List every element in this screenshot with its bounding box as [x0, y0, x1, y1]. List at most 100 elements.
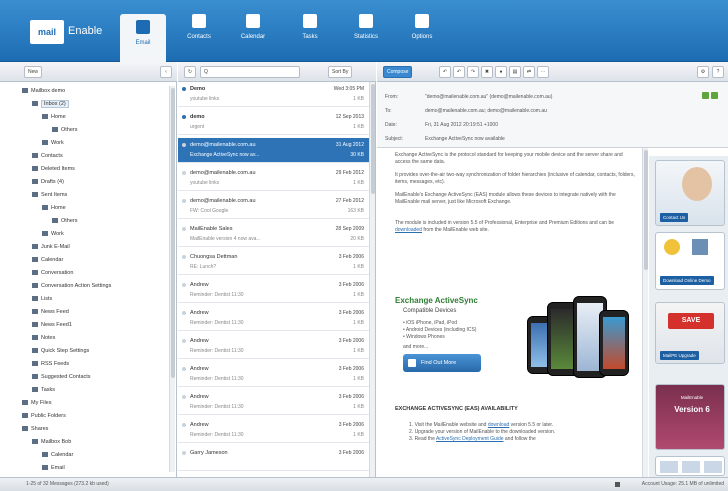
folder-icon: [32, 101, 38, 107]
folder-item[interactable]: RSS Feeds: [32, 359, 69, 370]
folder-item[interactable]: My Files: [22, 398, 51, 409]
app-logo: mail Enable: [30, 20, 110, 44]
folder-item[interactable]: Suggested Contacts: [32, 372, 91, 383]
new-button[interactable]: New: [24, 66, 43, 78]
message-row[interactable]: Chuongsa Dettman 3 Feb 2006 RE: Lunch? 1 KB: [178, 250, 370, 275]
folder-toolbar: New ‹: [0, 62, 177, 82]
folder-item[interactable]: Others: [52, 216, 78, 227]
folder-scrollbar[interactable]: [169, 86, 175, 472]
arrow-icon: [408, 359, 416, 367]
nav-tab-calendar[interactable]: Calendar: [230, 14, 276, 56]
folder-item[interactable]: Public Folders: [22, 411, 66, 422]
message-preview: From: "demo@mailenable.com.au" (demo@mail…: [377, 82, 728, 477]
delete-icon[interactable]: ✖: [481, 66, 493, 78]
flag-icon[interactable]: ●: [495, 66, 507, 78]
compose-button[interactable]: Compose: [383, 66, 413, 78]
download-link[interactable]: download: [488, 422, 509, 428]
message-row[interactable]: MailEnable Sales 28 Sep 2009 MailEnable ve…: [178, 222, 370, 247]
folder-item[interactable]: News Feed1: [32, 320, 72, 331]
folder-item[interactable]: Calendar: [32, 255, 63, 266]
message-row[interactable]: Andrew 3 Feb 2006 Reminder: Dentist 11:30 1…: [178, 278, 370, 303]
sort-by-dropdown[interactable]: Sort By: [328, 66, 353, 78]
move-icon[interactable]: ⇄: [523, 66, 535, 78]
folder-item[interactable]: Work: [42, 229, 64, 240]
print-icon[interactable]: ▤: [509, 66, 521, 78]
person-icon: [192, 14, 206, 28]
folder-item[interactable]: Conversation: [32, 268, 73, 279]
folder-item[interactable]: Others: [52, 125, 78, 136]
nav-tab-options[interactable]: Options: [399, 14, 445, 56]
message-subject: RE: Lunch?: [190, 264, 217, 270]
scrollbar-thumb[interactable]: [371, 84, 375, 194]
contact-us-banner[interactable]: Contact Us: [655, 160, 725, 226]
nav-tab-email[interactable]: Email: [120, 14, 166, 62]
message-row[interactable]: Andrew 3 Feb 2006 Reminder: Dentist 11:30 1…: [178, 390, 370, 415]
search-input[interactable]: Q: [200, 66, 300, 78]
folder-item[interactable]: Home: [42, 203, 66, 214]
preview-scrollbar[interactable]: [642, 148, 648, 477]
folder-icon: [32, 309, 38, 315]
message-row[interactable]: Garry Jameson 3 Feb 2006: [178, 446, 370, 471]
message-row[interactable]: demo 12 Sep 2013 urgent 1 KB: [178, 110, 370, 135]
reply-icon[interactable]: ↶: [439, 66, 451, 78]
help-icon[interactable]: ?: [712, 66, 724, 78]
folder-item[interactable]: Junk E-Mail: [32, 242, 70, 253]
folder-item[interactable]: Mailbox Bob: [32, 437, 71, 448]
folder-label: My Files: [31, 400, 52, 406]
folder-item[interactable]: Email: [42, 463, 65, 474]
folder-item[interactable]: Calendar: [42, 450, 73, 461]
scrollbar-thumb[interactable]: [644, 150, 648, 270]
download-link[interactable]: downloaded: [395, 227, 422, 233]
message-row[interactable]: demo@mailenable.com.au 29 Feb 2012 youtube…: [178, 166, 370, 191]
nav-tab-contacts[interactable]: Contacts: [176, 14, 222, 56]
folder-item[interactable]: Conversation Action Settings: [32, 281, 111, 292]
folder-item[interactable]: Mailbox demo: [22, 86, 65, 97]
folder-item[interactable]: Sent Items: [32, 190, 67, 201]
folder-item[interactable]: Shares: [22, 424, 48, 435]
more-icon[interactable]: ⋯: [537, 66, 549, 78]
message-row[interactable]: demo@mailenable.com.au 31 Aug 2012 Exchang…: [178, 138, 370, 163]
message-row[interactable]: Andrew 3 Feb 2006 Reminder: Dentist 11:30 1…: [178, 418, 370, 443]
add-contact-icon[interactable]: [702, 92, 709, 99]
folder-item[interactable]: Contacts: [32, 151, 63, 162]
folder-icon: [32, 270, 38, 276]
message-size: 1 KB: [353, 432, 364, 438]
deployment-guide-link[interactable]: ActiveSync Deployment Guide: [436, 436, 504, 442]
folder-item[interactable]: Tasks: [32, 385, 55, 396]
folder-item[interactable]: Lists: [32, 294, 52, 305]
vcard-icon[interactable]: [711, 92, 718, 99]
online-demo-banner[interactable]: Download Online Demo: [655, 232, 725, 290]
screenshots-banner[interactable]: [655, 456, 725, 476]
folder-item[interactable]: Quick Step Settings: [32, 346, 89, 357]
message-list-scrollbar[interactable]: [369, 82, 375, 477]
collapse-pane-button[interactable]: ‹: [160, 66, 172, 78]
refresh-button[interactable]: ↻: [184, 66, 196, 78]
settings-icon[interactable]: ⚙: [697, 66, 709, 78]
folder-item[interactable]: Notes: [32, 333, 55, 344]
forward-icon[interactable]: ↷: [467, 66, 479, 78]
folder-item[interactable]: Inbox (2): [32, 99, 69, 110]
folder-label: Work: [51, 140, 64, 146]
message-row[interactable]: Demo Wed 3:05 PM youtube links 1 KB: [178, 82, 370, 107]
folder-label: Drafts (4): [41, 179, 64, 185]
message-row[interactable]: Andrew 3 Feb 2006 Reminder: Dentist 11:30 1…: [178, 362, 370, 387]
folder-item[interactable]: Home: [42, 112, 66, 123]
version-6-banner[interactable]: MailEnable Version 6: [655, 384, 725, 450]
find-out-more-button[interactable]: Find Out More: [403, 354, 481, 372]
folder-item[interactable]: Deleted Items: [32, 164, 75, 175]
upgrade-banner[interactable]: SAVE MailPE Upgrade: [655, 302, 725, 364]
folder-item[interactable]: News Feed: [32, 307, 69, 318]
nav-tab-statistics[interactable]: Statistics: [343, 14, 389, 56]
message-date: 28 Sep 2009: [335, 226, 364, 232]
reply-all-icon[interactable]: ↶: [453, 66, 465, 78]
folder-item[interactable]: Drafts (4): [32, 177, 64, 188]
message-row[interactable]: demo@mailenable.com.au 27 Feb 2012 FW: Coo…: [178, 194, 370, 219]
folder-item[interactable]: Work: [42, 138, 64, 149]
folder-icon: [42, 465, 48, 471]
account-usage: Account Usage: 25.1 MB of unlimited: [641, 481, 724, 487]
message-row[interactable]: Andrew 3 Feb 2006 Reminder: Dentist 11:30 1…: [178, 306, 370, 331]
message-row[interactable]: Andrew 3 Feb 2006 Reminder: Dentist 11:30 1…: [178, 334, 370, 359]
nav-tab-tasks[interactable]: Tasks: [287, 14, 333, 56]
folder-icon: [32, 335, 38, 341]
scrollbar-thumb[interactable]: [171, 88, 175, 378]
